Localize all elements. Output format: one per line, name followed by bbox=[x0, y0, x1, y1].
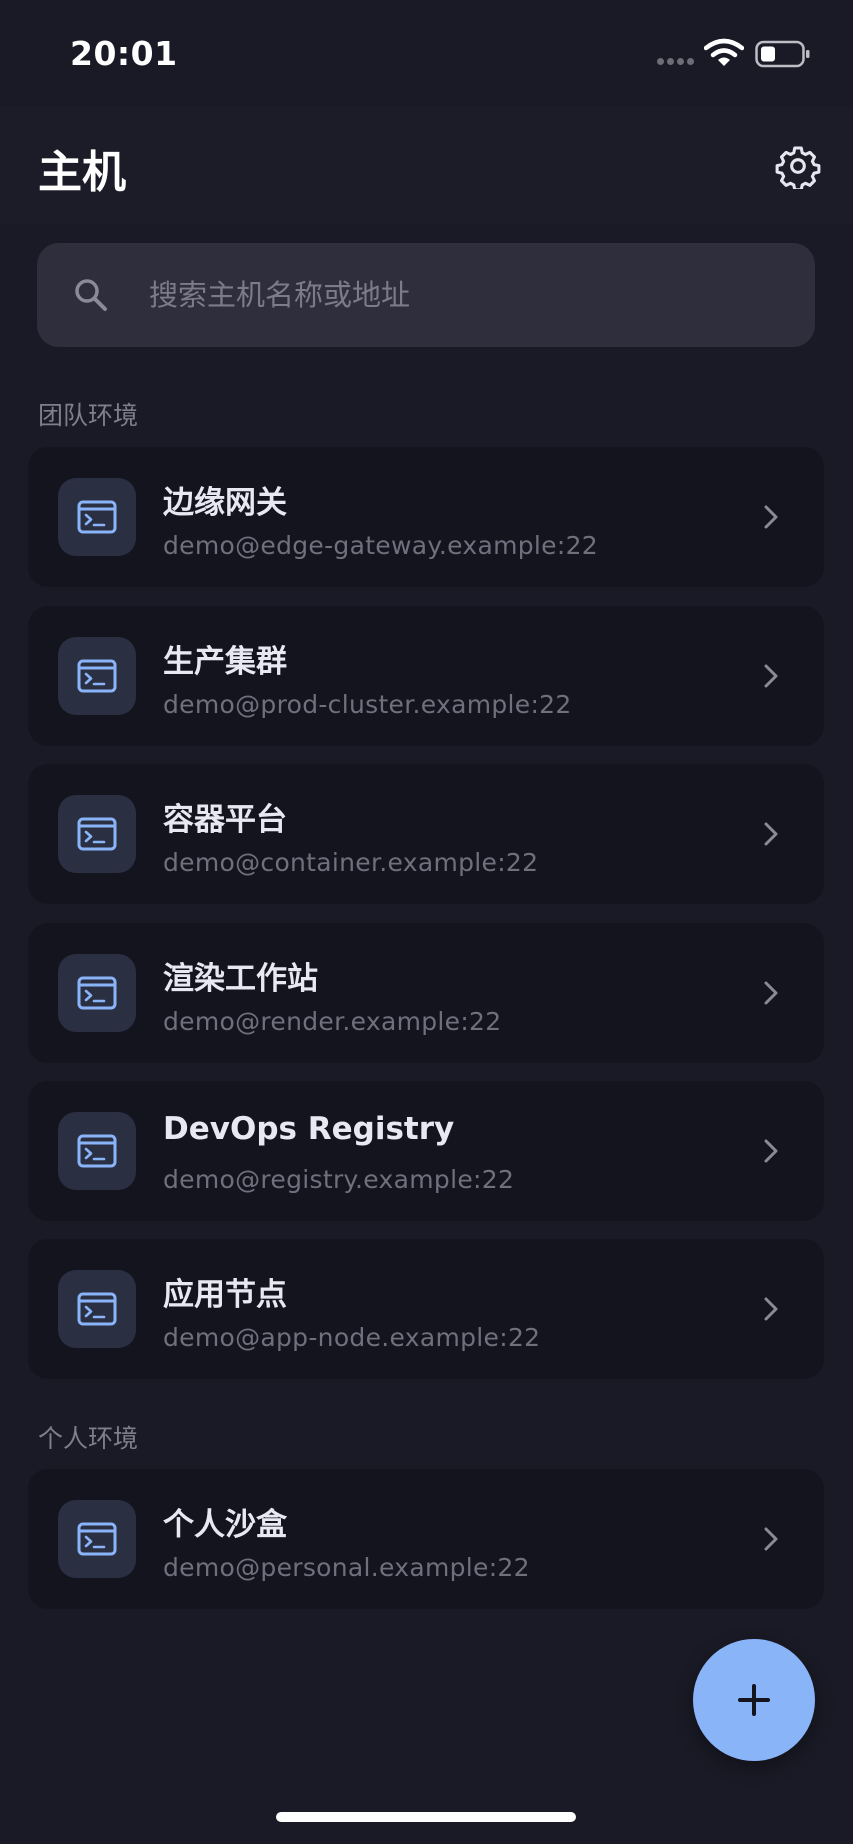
cellular-signal-icon bbox=[657, 58, 697, 68]
chevron-right-icon bbox=[764, 1297, 778, 1321]
section-label-personal: 个人环境 bbox=[38, 1424, 139, 1453]
host-item-prod-cluster[interactable]: 生产集群 demo@prod-cluster.example:22 bbox=[28, 606, 824, 746]
chevron-right-icon bbox=[764, 981, 778, 1005]
host-item-registry[interactable]: DevOps Registry demo@registry.example:22 bbox=[28, 1081, 824, 1221]
host-address: demo@personal.example:22 bbox=[163, 1553, 530, 1582]
host-address: demo@registry.example:22 bbox=[163, 1165, 515, 1194]
terminal-icon bbox=[77, 1134, 117, 1168]
host-item-app-node[interactable]: 应用节点 demo@app-node.example:22 bbox=[28, 1239, 824, 1379]
chevron-right-icon bbox=[764, 505, 778, 529]
search-icon bbox=[75, 279, 107, 311]
terminal-icon bbox=[77, 817, 117, 851]
host-name: 生产集群 bbox=[163, 644, 287, 680]
terminal-icon bbox=[77, 1522, 117, 1556]
terminal-icon bbox=[77, 1292, 117, 1326]
host-address: demo@render.example:22 bbox=[163, 1007, 502, 1036]
search-input[interactable] bbox=[149, 263, 749, 327]
settings-button[interactable] bbox=[770, 138, 826, 194]
host-name: 容器平台 bbox=[163, 802, 287, 838]
host-item-render[interactable]: 渲染工作站 demo@render.example:22 bbox=[28, 923, 824, 1063]
app-header: 主机 bbox=[0, 106, 853, 224]
status-time: 20:01 bbox=[70, 34, 178, 73]
host-item-container[interactable]: 容器平台 demo@container.example:22 bbox=[28, 764, 824, 904]
host-name: 边缘网关 bbox=[163, 485, 287, 521]
chevron-right-icon bbox=[764, 664, 778, 688]
terminal-icon bbox=[77, 500, 117, 534]
chevron-right-icon bbox=[764, 1139, 778, 1163]
home-indicator[interactable] bbox=[276, 1812, 576, 1822]
section-label-team: 团队环境 bbox=[38, 401, 139, 430]
chevron-right-icon bbox=[764, 1527, 778, 1551]
search-box[interactable] bbox=[37, 243, 815, 347]
host-item-edge-gateway[interactable]: 边缘网关 demo@edge-gateway.example:22 bbox=[28, 447, 824, 587]
page-title: 主机 bbox=[38, 147, 126, 198]
host-address: demo@prod-cluster.example:22 bbox=[163, 690, 572, 719]
host-address: demo@edge-gateway.example:22 bbox=[163, 531, 598, 560]
host-item-personal[interactable]: 个人沙盒 demo@personal.example:22 bbox=[28, 1469, 824, 1609]
host-name: 应用节点 bbox=[163, 1277, 287, 1313]
wifi-icon bbox=[704, 38, 744, 66]
terminal-icon bbox=[77, 659, 117, 693]
host-name: 渲染工作站 bbox=[163, 961, 318, 997]
host-address: demo@container.example:22 bbox=[163, 848, 539, 877]
host-address: demo@app-node.example:22 bbox=[163, 1323, 541, 1352]
status-bar: 20:01 bbox=[0, 0, 853, 106]
terminal-icon bbox=[77, 976, 117, 1010]
battery-icon bbox=[755, 40, 810, 68]
host-name: DevOps Registry bbox=[163, 1111, 455, 1147]
add-host-button[interactable] bbox=[693, 1639, 815, 1761]
gear-icon bbox=[775, 146, 821, 189]
chevron-right-icon bbox=[764, 822, 778, 846]
hosts-screen: 20:01 主机 团队环境 bbox=[0, 0, 853, 1844]
plus-icon bbox=[738, 1684, 770, 1716]
host-name: 个人沙盒 bbox=[163, 1507, 287, 1543]
